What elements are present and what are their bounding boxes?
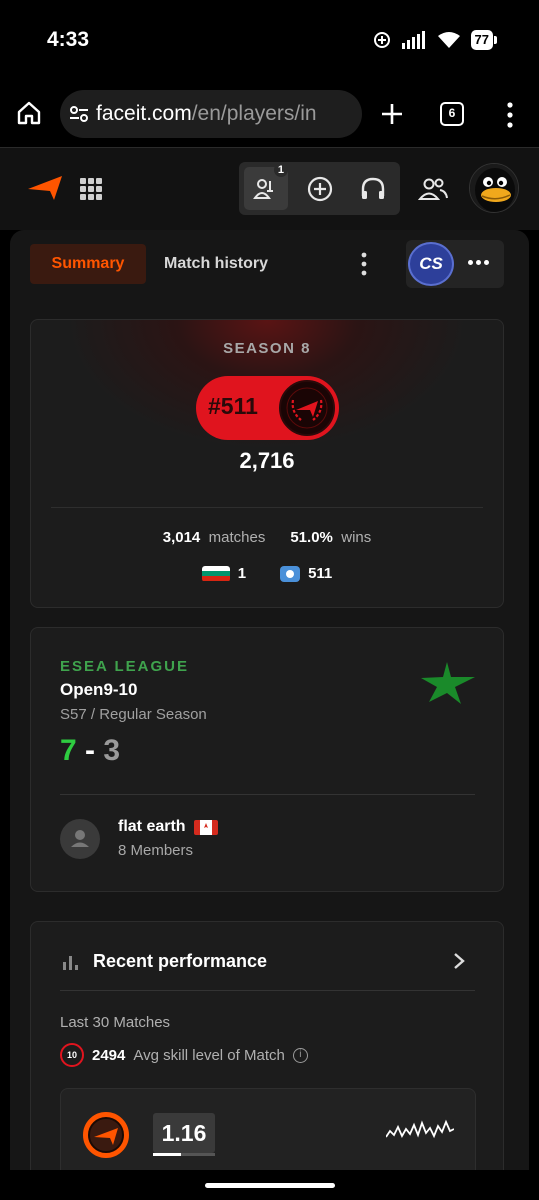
wins-percent: 51.0% bbox=[290, 529, 333, 546]
new-tab-icon[interactable] bbox=[380, 102, 404, 126]
more-menu-icon[interactable] bbox=[500, 100, 520, 130]
kd-sparkline bbox=[386, 1119, 454, 1139]
bulgaria-flag-icon bbox=[201, 565, 230, 582]
season-elo: 2,716 bbox=[239, 448, 295, 473]
bar-chart-icon bbox=[63, 956, 78, 970]
skill-level-badge: 10 bbox=[60, 1043, 84, 1067]
performance-subtitle: Last 30 Matches bbox=[60, 1014, 171, 1031]
headphones-icon bbox=[361, 177, 385, 199]
divider bbox=[51, 507, 483, 508]
party-icon bbox=[253, 178, 273, 199]
data-saver-icon bbox=[373, 32, 390, 48]
url-path: /en/players/in bbox=[191, 102, 317, 125]
penguin-avatar-icon bbox=[470, 164, 518, 212]
wins-label: wins bbox=[341, 529, 372, 546]
esea-wins: 7 bbox=[60, 734, 77, 767]
country-rank: 1 bbox=[237, 565, 247, 582]
play-button[interactable] bbox=[298, 167, 342, 210]
tabs-more-icon[interactable] bbox=[358, 250, 370, 278]
user-placeholder-icon bbox=[71, 830, 89, 847]
laurel-medal-icon bbox=[279, 380, 335, 436]
esea-dash: - bbox=[85, 734, 96, 767]
team-name: flat earth bbox=[118, 818, 186, 835]
divider bbox=[60, 794, 475, 795]
cs2-game-icon: CS bbox=[408, 242, 454, 286]
region-rank: 511 bbox=[308, 565, 333, 582]
avg-skill-label: Avg skill level of Match bbox=[133, 1046, 285, 1064]
info-icon[interactable]: i bbox=[292, 1047, 308, 1063]
home-indicator[interactable] bbox=[205, 1183, 335, 1188]
game-more-icon[interactable] bbox=[468, 260, 489, 265]
home-icon[interactable] bbox=[16, 100, 42, 126]
esea-division: Open9-10 bbox=[60, 680, 138, 699]
divider bbox=[60, 990, 475, 991]
status-bar: 4:33 77 bbox=[0, 0, 539, 80]
season-stats: 3,014 matches 51.0% wins bbox=[31, 529, 503, 546]
site-settings-icon[interactable] bbox=[68, 103, 90, 125]
kd-progress-bar bbox=[153, 1153, 215, 1156]
season-rank: #511 bbox=[208, 393, 258, 419]
profile-content: Summary Match history CS SEASON 8 #511 2… bbox=[10, 230, 529, 1170]
team-name-row[interactable]: flat earth bbox=[118, 818, 218, 836]
esea-league-label: ESEA LEAGUE bbox=[60, 658, 189, 675]
plus-circle-icon bbox=[307, 176, 333, 201]
esea-season: S57 / Regular Season bbox=[60, 706, 207, 723]
kd-ratio: 1.16 bbox=[153, 1113, 215, 1153]
apps-grid-icon[interactable] bbox=[80, 178, 102, 200]
season-regions: 1 511 bbox=[31, 565, 503, 582]
tab-summary[interactable]: Summary bbox=[30, 244, 146, 284]
region-eu-icon bbox=[280, 565, 301, 582]
kd-progress-fill bbox=[153, 1153, 181, 1156]
game-selector[interactable]: CS bbox=[406, 240, 504, 288]
season-title: SEASON 8 bbox=[223, 340, 311, 357]
performance-title[interactable]: Recent performance bbox=[93, 951, 267, 972]
status-time: 4:33 bbox=[47, 28, 90, 51]
battery-icon: 77 bbox=[470, 30, 498, 50]
signal-icon bbox=[401, 31, 425, 49]
address-bar[interactable]: faceit.com/en/players/in bbox=[60, 90, 362, 138]
header-actions: 1 bbox=[239, 162, 400, 215]
app-header: 1 bbox=[0, 148, 539, 230]
url-host: faceit.com bbox=[96, 102, 192, 125]
browser-toolbar: faceit.com/en/players/in 6 bbox=[0, 80, 539, 148]
recent-performance-card: Recent performance Last 30 Matches 10 24… bbox=[30, 921, 504, 1170]
tab-switcher-button[interactable]: 6 bbox=[440, 102, 464, 126]
status-icons: 77 bbox=[373, 28, 498, 52]
esea-record: 7 - 3 bbox=[60, 734, 120, 768]
esea-league-card[interactable]: ESEA LEAGUE Open9-10 S57 / Regular Seaso… bbox=[30, 627, 504, 892]
voice-button[interactable] bbox=[351, 167, 395, 210]
season-card: SEASON 8 #511 2,716 3,014 matches 51.0% … bbox=[30, 319, 504, 608]
kd-stat-panel[interactable]: 1.16 bbox=[60, 1088, 476, 1170]
user-avatar[interactable] bbox=[469, 163, 519, 213]
party-button[interactable]: 1 bbox=[244, 163, 288, 210]
esea-star-icon bbox=[421, 662, 475, 704]
wifi-icon bbox=[437, 32, 460, 48]
party-count-badge: 1 bbox=[273, 163, 288, 177]
profile-tabs: Summary Match history CS bbox=[30, 240, 504, 288]
faceit-badge-icon bbox=[83, 1112, 129, 1158]
esea-losses: 3 bbox=[103, 734, 121, 767]
avg-skill-row: 10 2494 Avg skill level of Match i bbox=[60, 1043, 308, 1067]
url-text: faceit.com/en/players/in bbox=[96, 102, 317, 126]
rank-pill: #511 bbox=[196, 376, 339, 440]
chevron-right-icon[interactable] bbox=[452, 952, 466, 970]
tab-match-history[interactable]: Match history bbox=[164, 244, 268, 284]
team-members: 8 Members bbox=[118, 842, 194, 859]
faceit-logo-icon[interactable] bbox=[28, 174, 62, 202]
canada-flag-icon bbox=[193, 819, 218, 835]
matches-count: 3,014 bbox=[162, 529, 201, 546]
avg-skill-value: 2494 bbox=[92, 1046, 126, 1064]
matches-label: matches bbox=[208, 529, 266, 546]
team-avatar[interactable] bbox=[60, 819, 100, 859]
friends-icon[interactable] bbox=[418, 174, 448, 204]
